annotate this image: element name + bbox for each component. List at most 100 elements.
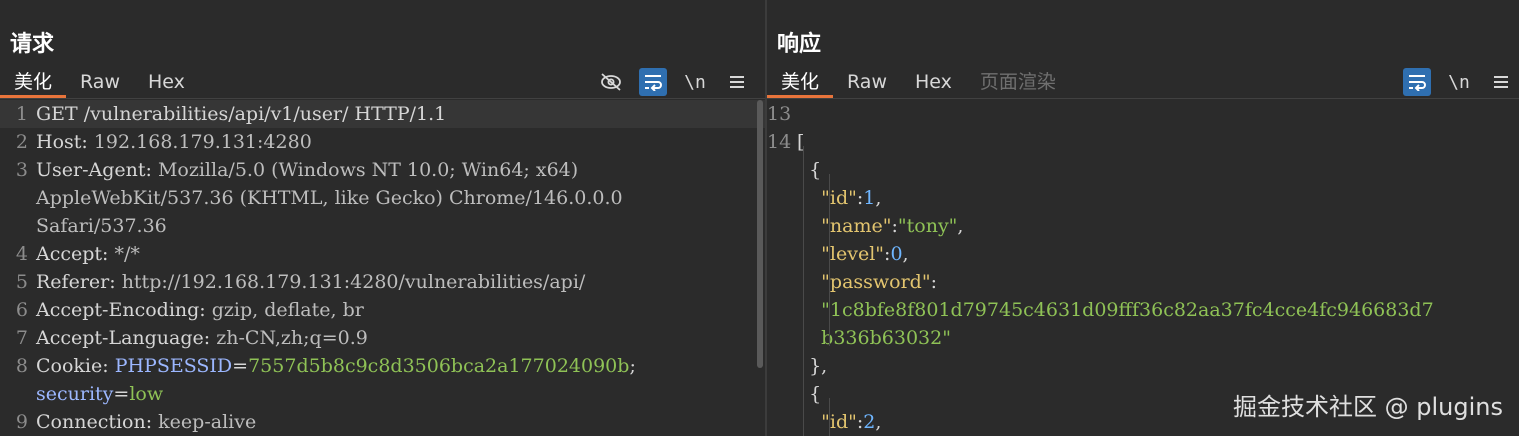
line-content: [793, 100, 797, 128]
line-number: 13: [767, 103, 792, 125]
code-token: low: [129, 383, 164, 405]
code-line[interactable]: b336b63032": [767, 324, 1519, 352]
code-line[interactable]: AppleWebKit/537.36 (KHTML, like Gecko) C…: [0, 184, 765, 212]
code-token: Host:: [36, 131, 94, 153]
line-number: [767, 240, 793, 268]
code-token: "password": [821, 271, 931, 293]
newline-toggle[interactable]: \n: [1445, 68, 1473, 96]
code-line[interactable]: "level":0,: [767, 240, 1519, 268]
code-token: gzip, deflate, br: [211, 299, 364, 321]
code-line[interactable]: "name":"tony",: [767, 212, 1519, 240]
line-content: "name":"tony",: [793, 212, 963, 240]
tab-raw[interactable]: Raw: [66, 66, 134, 98]
code-line[interactable]: 9 Connection: keep-alive: [0, 408, 765, 436]
code-token: Accept-Encoding:: [36, 299, 212, 321]
line-content: b336b63032": [793, 324, 951, 352]
code-token: =: [232, 355, 249, 377]
response-editor[interactable]: 13 14[ { "id":1, "name":"tony", "level":0…: [767, 100, 1519, 436]
line-content: Cookie: PHPSESSID=7557d5b8c9c8d3506bca2a…: [32, 352, 636, 380]
code-token: {: [797, 383, 822, 405]
line-number: 3: [15, 159, 28, 181]
tab-hex[interactable]: Hex: [134, 66, 199, 98]
response-panel: 响应 美化 Raw Hex 页面渲染 \n 13 14[ { "id":1, "n…: [767, 0, 1519, 436]
tab-pretty[interactable]: 美化: [0, 66, 67, 98]
code-token: =: [113, 383, 130, 405]
indent-guide: [829, 174, 830, 346]
line-content: Connection: keep-alive: [32, 408, 256, 436]
eye-slash-icon[interactable]: [597, 68, 625, 96]
code-token: Mozilla/5.0 (Windows NT 10.0; Win64; x64…: [157, 159, 579, 181]
code-token: 1: [863, 187, 876, 209]
newline-toggle[interactable]: \n: [681, 68, 709, 96]
code-line[interactable]: 13: [767, 100, 1519, 128]
code-line[interactable]: 3 User-Agent: Mozilla/5.0 (Windows NT 10.…: [0, 156, 765, 184]
code-token: "1c8bfe8f801d79745c4631d09fff36c82aa37fc…: [821, 299, 1434, 321]
code-token: Safari/537.36: [36, 215, 167, 237]
response-tabs: 美化 Raw Hex 页面渲染: [767, 66, 1070, 98]
code-token: 0: [890, 243, 903, 265]
code-line[interactable]: 7 Accept-Language: zh-CN,zh;q=0.9: [0, 324, 765, 352]
code-line[interactable]: security=low: [0, 380, 765, 408]
code-line[interactable]: 5 Referer: http://192.168.179.131:4280/vu…: [0, 268, 765, 296]
line-number: 2: [15, 131, 28, 153]
code-line[interactable]: 4 Accept: */*: [0, 240, 765, 268]
code-token: "name": [821, 215, 892, 237]
request-scrollbar[interactable]: [755, 100, 765, 436]
hamburger-menu-icon[interactable]: [723, 68, 751, 96]
line-content: {: [793, 156, 821, 184]
code-line[interactable]: "password":: [767, 268, 1519, 296]
scroll-thumb[interactable]: [757, 100, 763, 368]
line-number: [767, 156, 793, 184]
code-token: Connection:: [36, 411, 159, 433]
code-line[interactable]: 2 Host: 192.168.179.131:4280: [0, 128, 765, 156]
tab-separator: [767, 98, 1519, 99]
code-token: ,: [875, 411, 882, 433]
code-line[interactable]: "1c8bfe8f801d79745c4631d09fff36c82aa37fc…: [767, 296, 1519, 324]
tab-pretty[interactable]: 美化: [767, 66, 834, 98]
line-content: "id":1,: [793, 184, 881, 212]
line-number: [767, 352, 793, 380]
request-editor[interactable]: 1 GET /vulnerabilities/api/v1/user/ HTTP/…: [0, 100, 765, 436]
code-token: 192.168.179.131:4280: [93, 131, 312, 153]
line-content: Safari/537.36: [32, 212, 167, 240]
code-line[interactable]: "id":1,: [767, 184, 1519, 212]
response-toolbar: \n: [1403, 66, 1515, 98]
tab-raw[interactable]: Raw: [833, 66, 901, 98]
tab-hex[interactable]: Hex: [901, 66, 966, 98]
code-line[interactable]: 14[: [767, 128, 1519, 156]
line-number: 6: [15, 299, 28, 321]
code-token: "tony": [897, 215, 958, 237]
wrap-lines-icon[interactable]: [639, 68, 667, 96]
indent-guide: [829, 398, 830, 436]
line-number: [767, 212, 793, 240]
line-number: [767, 380, 793, 408]
code-token: ,: [902, 243, 909, 265]
code-token: security: [36, 383, 114, 405]
code-token: Accept-Language:: [36, 327, 217, 349]
code-line[interactable]: 1 GET /vulnerabilities/api/v1/user/ HTTP/…: [0, 100, 765, 128]
line-content: Accept-Language: zh-CN,zh;q=0.9: [32, 324, 368, 352]
line-content: "level":0,: [793, 240, 909, 268]
code-token: keep-alive: [158, 411, 257, 433]
line-content: GET /vulnerabilities/api/v1/user/ HTTP/1…: [32, 100, 446, 128]
line-content: Host: 192.168.179.131:4280: [32, 128, 312, 156]
code-token: ;: [629, 355, 636, 377]
code-line[interactable]: {: [767, 156, 1519, 184]
hamburger-menu-icon[interactable]: [1487, 68, 1515, 96]
tab-render[interactable]: 页面渲染: [966, 66, 1070, 98]
code-token: b336b63032": [821, 327, 951, 349]
line-number: [0, 380, 32, 408]
wrap-lines-icon[interactable]: [1403, 68, 1431, 96]
code-line[interactable]: 8 Cookie: PHPSESSID=7557d5b8c9c8d3506bca2…: [0, 352, 765, 380]
code-line[interactable]: 6 Accept-Encoding: gzip, deflate, br: [0, 296, 765, 324]
code-token: ,: [957, 215, 964, 237]
code-line[interactable]: Safari/537.36: [0, 212, 765, 240]
code-token: 7557d5b8c9c8d3506bca2a177024090b: [248, 355, 630, 377]
code-line[interactable]: },: [767, 352, 1519, 380]
code-token: },: [797, 355, 828, 377]
